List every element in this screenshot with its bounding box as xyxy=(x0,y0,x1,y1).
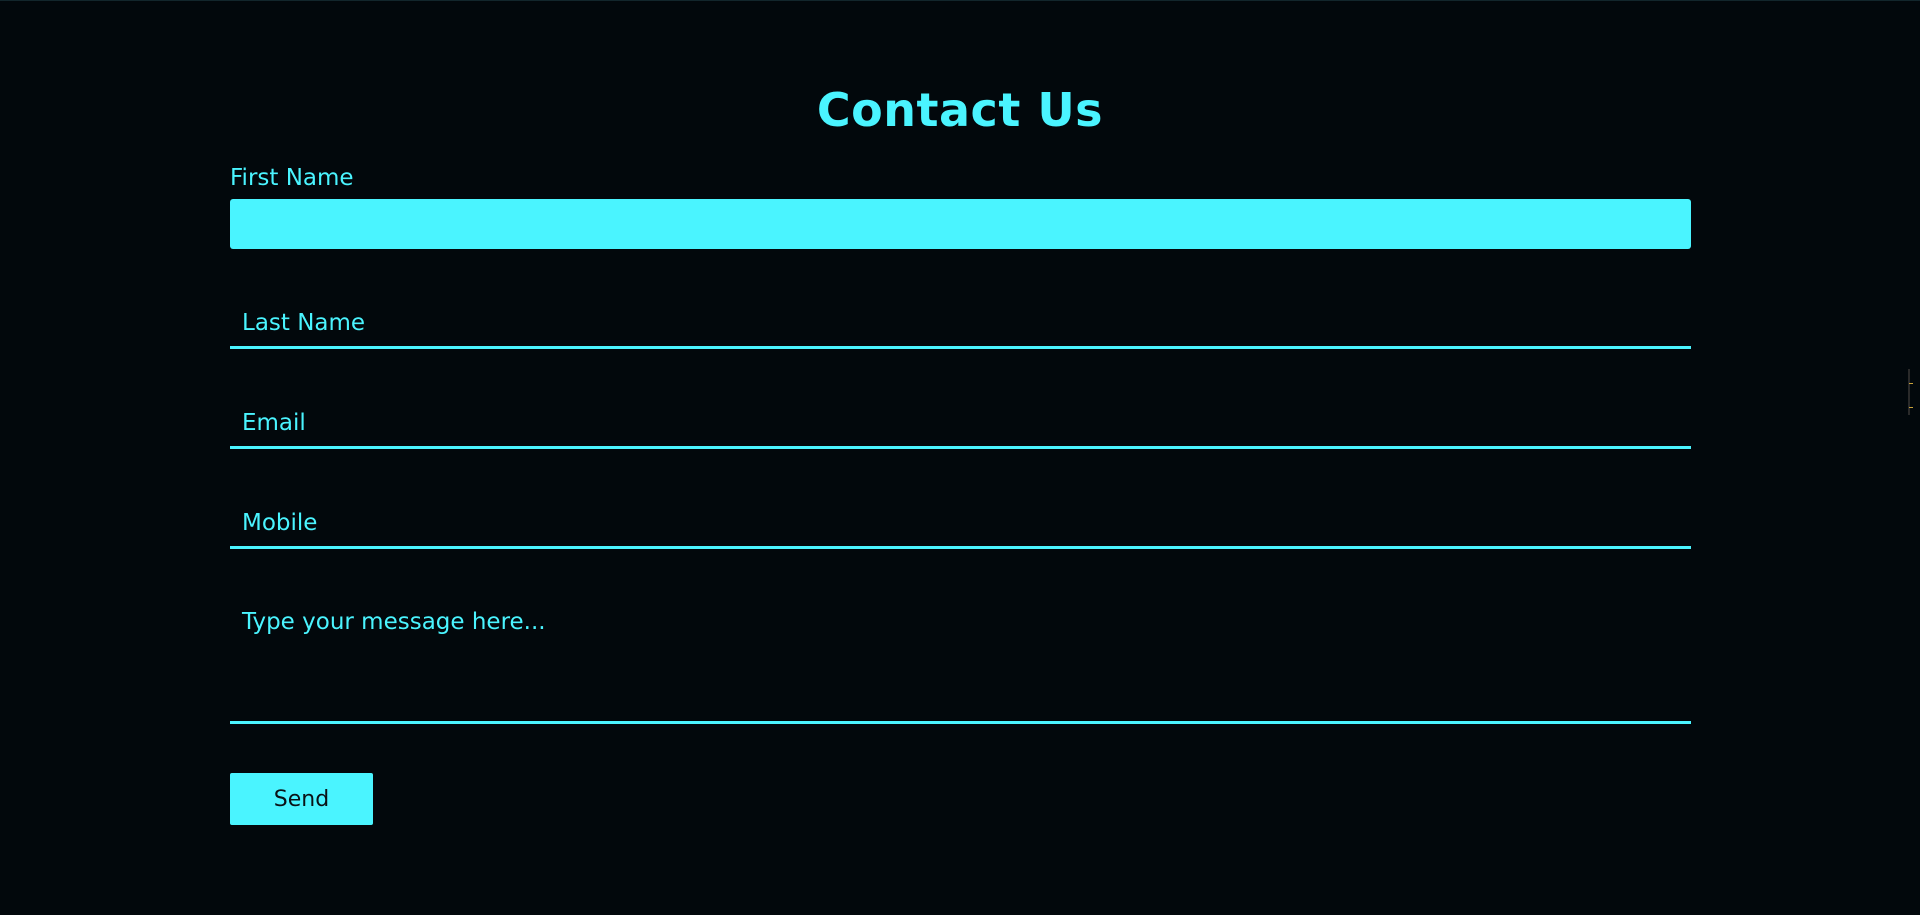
send-button[interactable]: Send xyxy=(230,773,373,825)
first-name-input[interactable] xyxy=(230,199,1691,249)
contact-page: Contact Us First Name Send xyxy=(0,1,1920,915)
email-input[interactable] xyxy=(230,399,1691,449)
last-name-input[interactable] xyxy=(230,299,1691,349)
mobile-input[interactable] xyxy=(230,499,1691,549)
first-name-label: First Name xyxy=(230,165,354,191)
edge-handle[interactable] xyxy=(1908,369,1914,415)
message-textarea[interactable] xyxy=(230,597,1691,724)
page-title: Contact Us xyxy=(816,83,1104,137)
